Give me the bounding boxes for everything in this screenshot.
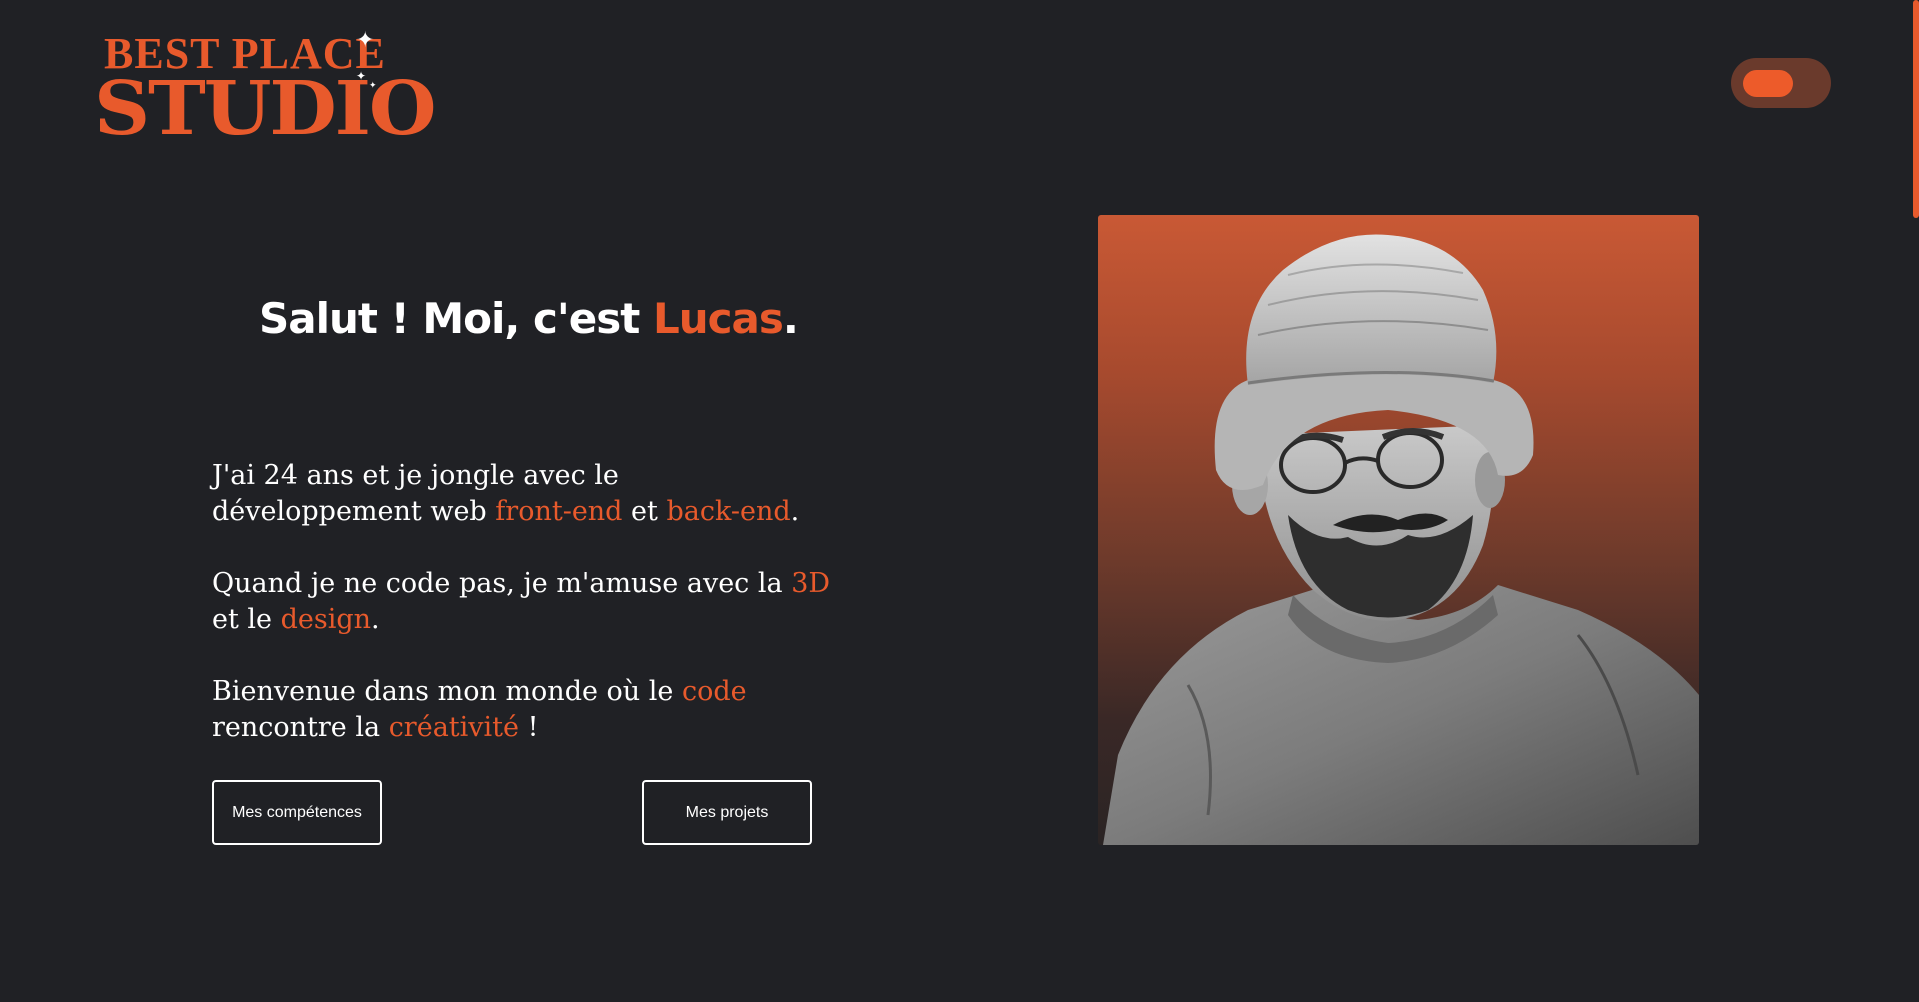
p1-accent-frontend: front-end (495, 496, 623, 527)
heading-prefix: Salut ! Moi, c'est (259, 294, 653, 343)
portrait-illustration (1103, 234, 1699, 845)
sparkle-icon: ✦ (369, 81, 377, 91)
heading-suffix: . (782, 294, 799, 343)
page-scrollbar[interactable] (1912, 0, 1919, 1002)
p1-text-2: et (622, 496, 667, 527)
theme-toggle[interactable] (1731, 58, 1831, 108)
p1-accent-backend: back-end (666, 496, 791, 527)
logo[interactable]: BEST PLACE STUDIO ✦ ✦ ✦ (94, 28, 437, 147)
p1-text-3: . (790, 496, 800, 527)
hero-heading: Salut ! Moi, c'est Lucas. (259, 294, 799, 343)
p3-text-3: ! (519, 712, 539, 743)
page: BEST PLACE STUDIO ✦ ✦ ✦ Salut ! Moi, c'e… (0, 0, 1919, 1002)
p3-accent-code: code (681, 676, 747, 707)
p2-accent-design: design (280, 604, 372, 635)
projects-button[interactable]: Mes projets (642, 780, 812, 845)
portrait-image (1098, 215, 1699, 845)
intro-paragraph-1: J'ai 24 ans et je jongle avec le dévelop… (212, 458, 832, 530)
skills-button[interactable]: Mes compétences (212, 780, 382, 845)
p3-text-2: rencontre la (212, 712, 389, 743)
sparkle-icon: ✦ (356, 69, 367, 83)
toggle-knob (1743, 70, 1793, 97)
intro-paragraph-2: Quand je ne code pas, je m'amuse avec la… (212, 566, 832, 638)
p3-accent-creativite: créativité (388, 712, 519, 743)
p2-accent-3d: 3D (791, 568, 831, 599)
p3-text-1: Bienvenue dans mon monde où le (212, 676, 682, 707)
scrollbar-thumb[interactable] (1913, 0, 1919, 218)
p2-text-3: . (371, 604, 380, 635)
logo-line-2: STUDIO (94, 66, 437, 152)
p2-text-2: et le (212, 604, 281, 635)
heading-name: Lucas (652, 294, 784, 343)
intro-paragraph-3: Bienvenue dans mon monde où le code renc… (212, 674, 832, 746)
p2-text-1: Quand je ne code pas, je m'amuse avec la (212, 568, 792, 599)
sparkle-icon: ✦ (356, 28, 375, 53)
intro-text: J'ai 24 ans et je jongle avec le dévelop… (212, 458, 832, 782)
